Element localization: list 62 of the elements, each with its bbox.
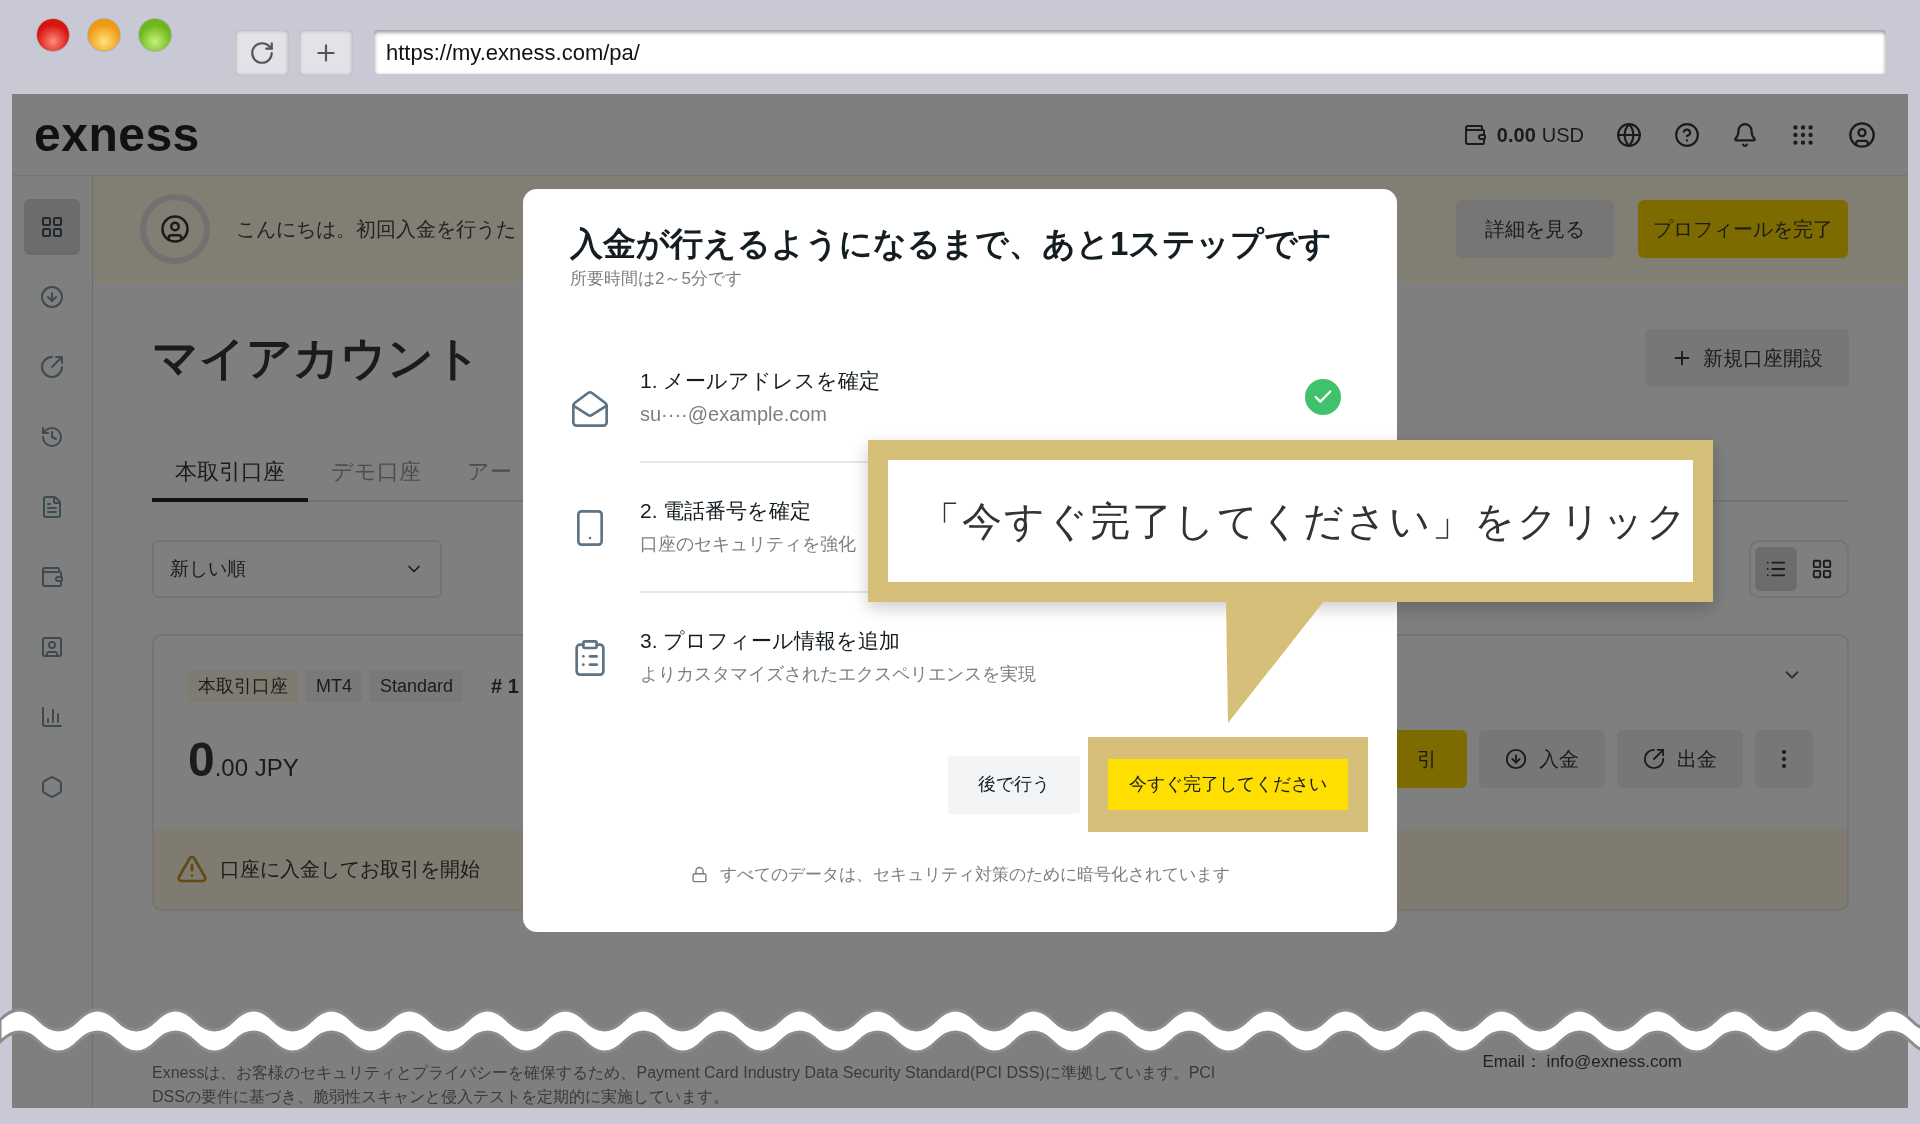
greeting-text: こんにちは。初回入金を行うた xyxy=(236,216,516,242)
account-tab[interactable]: 本取引口座 xyxy=(152,445,308,502)
document-icon xyxy=(40,495,64,519)
balance-integer: 0 xyxy=(188,736,215,784)
security-note: すべてのデータは、セキュリティ対策のために暗号化されています xyxy=(720,864,1230,886)
complete-profile-button[interactable]: プロフィールを完了 xyxy=(1638,199,1848,258)
warning-icon xyxy=(176,853,208,885)
contact-email: Email： info@exness.com xyxy=(1482,1051,1682,1073)
deposit-notice: 口座に入金してお取引を開始 xyxy=(220,857,480,882)
new-account-button[interactable]: 新規口座開設 xyxy=(1645,329,1849,387)
reload-button[interactable] xyxy=(235,30,289,76)
modal-title: 入金が行えるようになるまで、あと1ステップです xyxy=(570,224,1334,264)
account-tag: MT4 xyxy=(306,670,362,702)
account-tag: Standard xyxy=(370,670,464,702)
step-title: 2. 電話番号を確定 xyxy=(640,498,813,524)
withdraw-button[interactable]: 出金 xyxy=(1617,730,1743,788)
details-button[interactable]: 詳細を見る xyxy=(1456,199,1614,258)
hexagon-icon xyxy=(40,775,64,799)
step-detail: su····@example.com xyxy=(640,402,828,427)
globe-icon[interactable] xyxy=(1616,121,1642,148)
bell-icon[interactable] xyxy=(1732,121,1758,148)
step-title: 3. プロフィール情報を追加 xyxy=(640,628,902,654)
lock-icon xyxy=(691,866,708,884)
envelope-icon xyxy=(570,389,610,429)
dashboard-nav-item[interactable] xyxy=(24,199,80,255)
modal-subtitle: 所要時間は2～5分です xyxy=(570,268,743,290)
withdraw-icon xyxy=(40,355,64,379)
wallet-icon[interactable] xyxy=(1462,122,1487,147)
balance-amount: 0.00 xyxy=(1496,122,1536,148)
later-button[interactable]: 後で行う xyxy=(948,755,1080,814)
sort-dropdown[interactable]: 新しい順 xyxy=(152,540,442,598)
done-check-icon xyxy=(1305,379,1341,415)
footer-notice: Exnessは、お客様のセキュリティとプライバシーを確保するため、Payment Card Industry Data Security Standard(PCI DSS)に準拠しています。PCI DSSの要件に基づき、脆弱性スキャンと侵入テストを定期的に実施しています。 xyxy=(152,1063,1217,1107)
arrow-up-right-circle-icon xyxy=(1643,748,1665,770)
page-title: マイアカウント xyxy=(152,331,481,386)
address-bar[interactable]: https://my.exness.com/pa/ xyxy=(374,30,1886,74)
history-icon xyxy=(40,425,64,449)
new-tab-button[interactable] xyxy=(299,30,353,76)
help-icon[interactable] xyxy=(1674,121,1700,148)
grid-icon xyxy=(1811,558,1833,580)
callout-text: 「今すぐ完了してください」をクリック xyxy=(920,498,1689,545)
dashboard-icon xyxy=(40,215,64,239)
arrow-down-circle-icon xyxy=(1505,748,1527,770)
account-number: # 1 xyxy=(491,674,519,699)
account-tag: 本取引口座 xyxy=(188,670,298,702)
more-icon xyxy=(1782,750,1786,768)
bar-chart-icon xyxy=(40,705,64,729)
balance-decimal: .00 JPY xyxy=(214,753,299,783)
user-icon[interactable] xyxy=(1848,120,1876,149)
profile-card-icon xyxy=(40,635,64,659)
deposit-icon xyxy=(40,285,64,309)
balance-currency: USD xyxy=(1541,122,1584,148)
deposit-button[interactable]: 入金 xyxy=(1479,730,1605,788)
reload-icon xyxy=(249,40,275,66)
step-detail: よりカスタマイズされたエクスペリエンスを実現 xyxy=(640,663,1036,686)
logo[interactable]: exness xyxy=(34,110,200,159)
complete-now-button[interactable]: 今すぐ完了してください xyxy=(1108,759,1348,810)
step-title: 1. メールアドレスを確定 xyxy=(640,368,881,394)
user-icon xyxy=(160,213,190,244)
list-view-button[interactable] xyxy=(1755,547,1797,591)
wallet-icon xyxy=(40,565,64,589)
step-detail: 口座のセキュリティを強化 xyxy=(640,533,856,556)
